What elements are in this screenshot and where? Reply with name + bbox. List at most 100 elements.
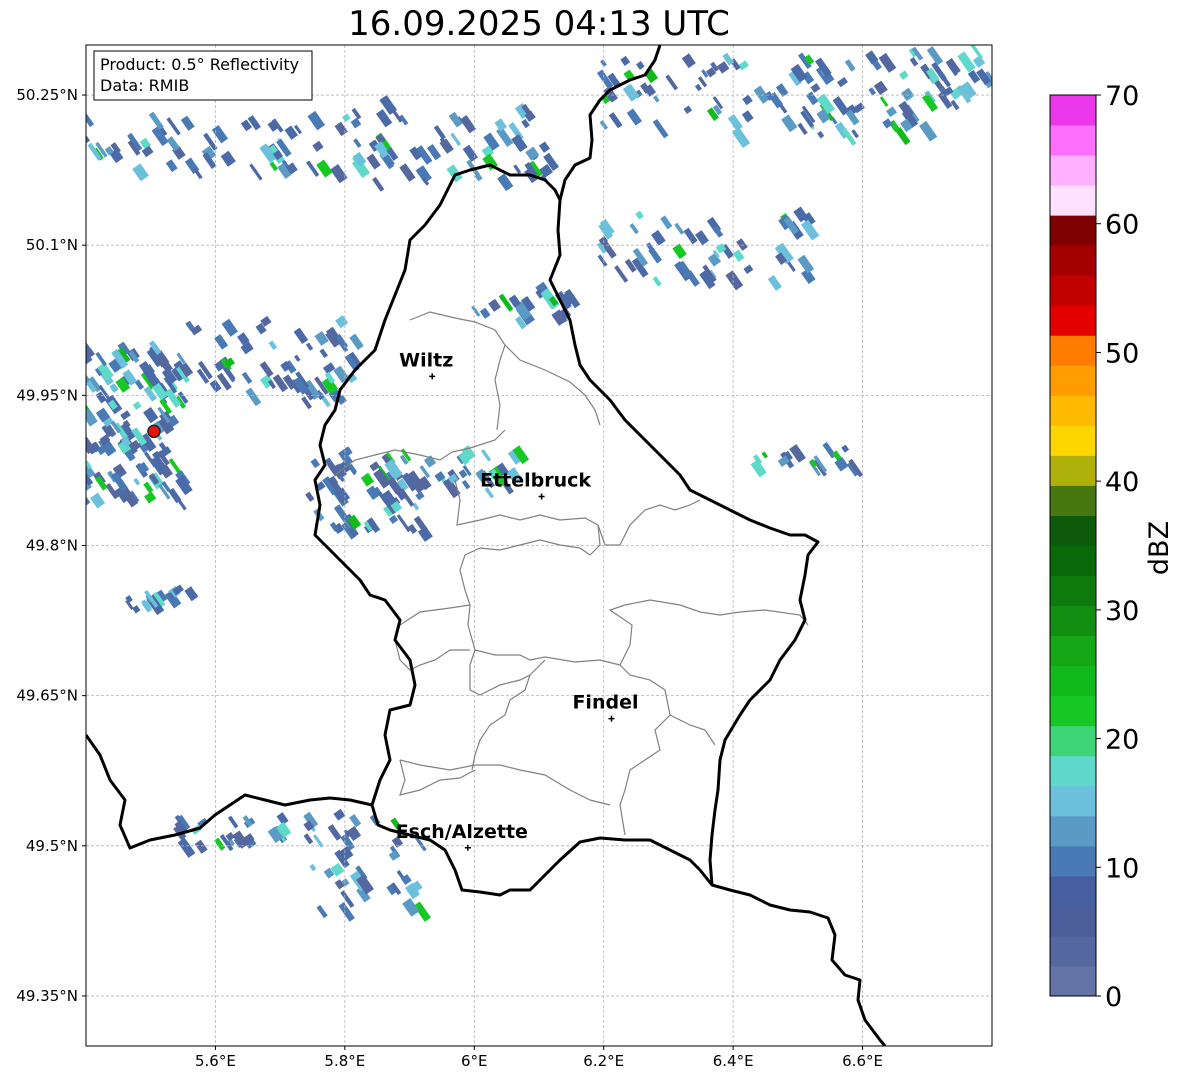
city-marker — [608, 715, 615, 722]
radar-echo — [909, 57, 919, 67]
radar-echo — [21, 144, 34, 160]
colorbar-tick-label: 70 — [1105, 81, 1139, 112]
radar-echo — [221, 318, 238, 337]
x-tick-label: 6°E — [461, 1052, 488, 1070]
canton-border — [394, 604, 471, 671]
colorbar-segment — [1050, 455, 1096, 486]
radar-echo — [322, 362, 336, 375]
radar-echo — [86, 131, 91, 144]
city-label: Findel — [572, 692, 638, 714]
colorbar-segment — [1050, 515, 1096, 546]
canton-border — [608, 599, 809, 666]
canton-borders — [334, 311, 809, 836]
radar-echo — [334, 121, 348, 137]
radar-echo — [653, 95, 660, 103]
radar-echo — [241, 371, 253, 384]
y-tick-label: 49.5°N — [26, 837, 78, 855]
radar-echo — [132, 605, 141, 614]
radar-echo — [245, 387, 262, 407]
colorbar-tick-label: 0 — [1105, 982, 1122, 1013]
radar-echo — [120, 410, 131, 421]
radar-echo — [62, 347, 76, 363]
radar-echo — [372, 176, 385, 192]
colorbar-tick-label: 60 — [1105, 210, 1139, 241]
x-tick-label: 5.6°E — [195, 1052, 236, 1070]
radar-echo — [303, 833, 314, 845]
colorbar-tick-label: 30 — [1105, 596, 1139, 627]
radar-echo — [23, 141, 36, 154]
radar-echo — [194, 839, 208, 854]
info-box: Product: 0.5° Reflectivity Data: RMIB — [93, 50, 313, 101]
colorbar-segment — [1050, 215, 1096, 246]
radar-echo — [86, 111, 95, 128]
colorbar-segment — [1050, 725, 1096, 757]
radar-echo — [399, 163, 416, 182]
radar-echo — [71, 480, 86, 498]
radar-echo — [488, 298, 501, 312]
radar-echo — [743, 264, 754, 274]
colorbar-segment — [1050, 965, 1096, 997]
radar-echo — [86, 408, 98, 427]
canton-border — [459, 524, 601, 606]
colorbar-tick-label: 20 — [1105, 725, 1139, 756]
radar-echo — [683, 227, 698, 245]
radar-echo — [327, 824, 342, 841]
colorbar-segment — [1050, 125, 1096, 156]
radar-echo — [249, 163, 263, 181]
radar-echo — [305, 491, 315, 502]
y-tick-label: 49.65°N — [16, 687, 78, 705]
radar-echo — [60, 424, 70, 434]
radar-echo — [674, 222, 685, 235]
y-tick-label: 50.25°N — [16, 86, 78, 104]
radar-echo — [622, 83, 640, 102]
y-tick-label: 49.8°N — [26, 537, 78, 555]
radar-echo — [349, 814, 362, 828]
radar-echo — [148, 111, 164, 130]
colorbar-segment — [1050, 785, 1096, 817]
colorbar-segment — [1050, 695, 1096, 727]
radar-echo — [626, 108, 643, 126]
radar-echo — [461, 479, 471, 490]
radar-echo — [844, 59, 856, 72]
radar-echo — [731, 127, 751, 148]
radar-echo — [725, 270, 744, 291]
colorbar-segment — [1050, 815, 1096, 847]
radar-echo — [805, 91, 819, 106]
radar-echo — [67, 146, 78, 157]
canton-border — [504, 344, 601, 426]
radar-echo — [20, 162, 29, 172]
radar-echo — [797, 122, 808, 136]
radar-echo — [707, 252, 722, 267]
canton-border — [334, 429, 506, 476]
radar-echo — [141, 145, 154, 158]
radar-echo — [72, 420, 83, 431]
city-marker — [429, 373, 436, 380]
radar-echo — [629, 223, 639, 235]
radar-echo — [74, 374, 84, 386]
colorbar-segment — [1050, 275, 1096, 306]
radar-echo — [133, 477, 141, 486]
radar-echo — [60, 433, 77, 453]
radar-echo — [175, 475, 193, 496]
colorbar-segment — [1050, 155, 1096, 186]
colorbar-segment — [1050, 665, 1096, 697]
radar-echo — [635, 210, 644, 220]
radar-echo — [310, 458, 321, 469]
radar-echo — [957, 51, 976, 73]
y-tick-label: 50.1°N — [26, 236, 78, 254]
info-product: Product: 0.5° Reflectivity — [100, 55, 299, 74]
radar-echo — [919, 120, 938, 142]
colorbar-segment — [1050, 845, 1096, 877]
radar-echo — [479, 307, 491, 319]
radar-echo — [316, 904, 328, 919]
radar-echo — [306, 160, 320, 177]
radar-echo — [211, 125, 229, 144]
colorbar-segment — [1050, 605, 1096, 637]
radar-echo — [738, 60, 749, 71]
radar-echo — [789, 444, 806, 463]
x-axis: 5.6°E 5.8°E 6°E 6.2°E 6.4°E 6.6°E — [195, 1046, 883, 1070]
radar-echo — [851, 129, 860, 139]
colorbar-label: dBZ — [1144, 521, 1175, 575]
radar-echo — [741, 110, 754, 123]
colorbar-segment — [1050, 575, 1096, 607]
